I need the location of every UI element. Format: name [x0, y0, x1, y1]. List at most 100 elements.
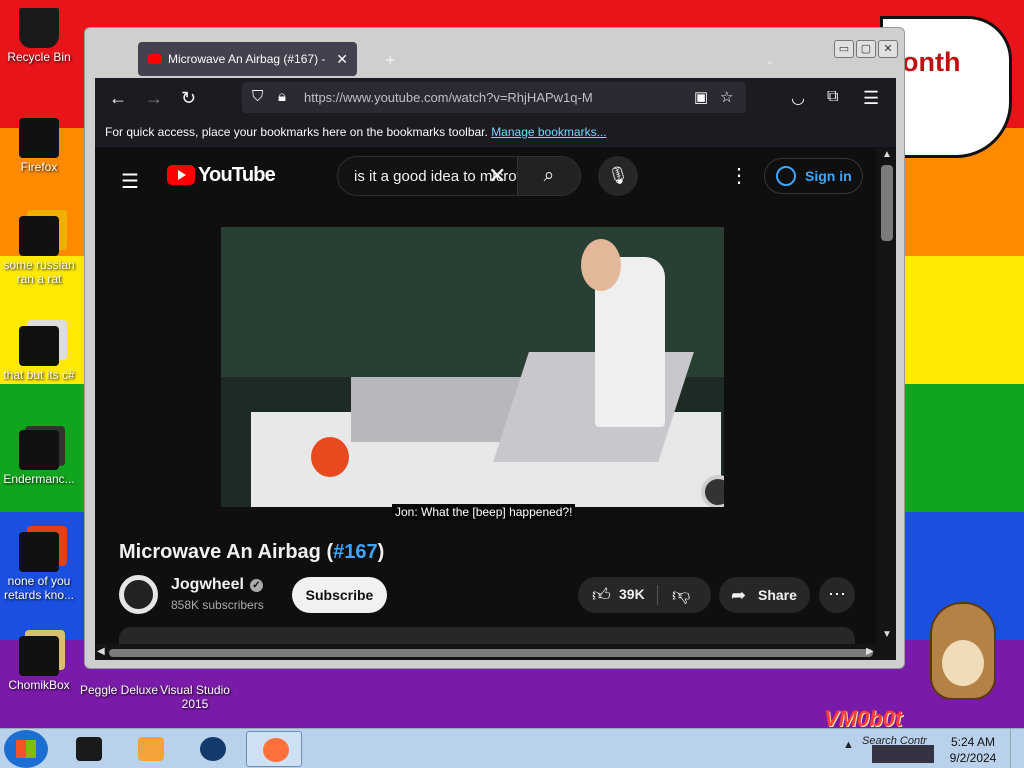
- share-button[interactable]: ➦ Share: [719, 577, 810, 613]
- hamster-mascot-image: [930, 602, 996, 700]
- url-text[interactable]: https://www.youtube.com/watch?v=RhjHAPw1…: [304, 90, 593, 105]
- subscribe-button[interactable]: Subscribe: [292, 577, 387, 613]
- browser-window: Microwave An Airbag (#167) - ✕ + ⌄ ▭ ▢ ✕…: [84, 27, 905, 669]
- search-input[interactable]: is it a good idea to microwave ✕: [337, 156, 520, 196]
- media-player-icon: [138, 737, 164, 761]
- like-dislike-group: 👍︎ 39K 👎︎: [578, 577, 711, 613]
- start-button[interactable]: [4, 730, 48, 768]
- lock-icon[interactable]: 🔒︎: [278, 88, 286, 105]
- program-icon: [19, 216, 59, 256]
- channel-watermark-icon[interactable]: [701, 475, 724, 507]
- sign-in-label: Sign in: [805, 168, 852, 184]
- show-hidden-icons-button[interactable]: ▲: [843, 739, 854, 751]
- share-icon: ➦: [731, 585, 747, 605]
- search-icon: ⌕: [543, 165, 555, 186]
- scroll-left-arrow-icon[interactable]: ◀: [97, 646, 105, 657]
- forward-button[interactable]: →: [145, 88, 163, 109]
- tab-youtube[interactable]: Microwave An Airbag (#167) - ✕: [138, 42, 357, 76]
- tab-strip: Microwave An Airbag (#167) - ✕ + ⌄ ▭ ▢ ✕: [95, 32, 898, 78]
- taskbar-item-firefox[interactable]: [246, 731, 302, 767]
- hamburger-menu-icon[interactable]: ☰: [121, 169, 139, 194]
- youtube-logo[interactable]: YouTube: [167, 164, 276, 189]
- desktop-icon-firefox[interactable]: Firefox: [0, 118, 82, 174]
- vertical-scroll-thumb[interactable]: [881, 165, 893, 241]
- like-count[interactable]: 39K: [619, 586, 645, 602]
- like-divider: [657, 585, 658, 605]
- extensions-icon[interactable]: ⧉: [827, 88, 838, 106]
- close-window-button[interactable]: ✕: [878, 40, 898, 58]
- terminal-icon: [76, 737, 102, 761]
- desktop-icon-endermanch[interactable]: Endermanc...: [0, 430, 82, 486]
- more-actions-button[interactable]: ⋯: [819, 577, 855, 613]
- taskbar-item-media-player[interactable]: [122, 731, 178, 767]
- navigation-toolbar: ← → ↻ ⛉ 🔒︎ https://www.youtube.com/watch…: [95, 78, 896, 118]
- menu-icon[interactable]: ☰: [863, 88, 879, 109]
- firefox-icon: [19, 118, 59, 158]
- video-player[interactable]: [221, 227, 724, 507]
- bookmarks-toolbar: For quick access, place your bookmarks h…: [95, 118, 896, 147]
- clear-search-icon[interactable]: ✕: [488, 163, 506, 189]
- scroll-up-arrow-icon[interactable]: ▲: [882, 149, 892, 160]
- taskbar-item-terminal[interactable]: [60, 731, 116, 767]
- subscriber-count: 858K subscribers: [171, 598, 264, 612]
- pocket-icon[interactable]: ◡: [791, 88, 805, 108]
- address-bar[interactable]: ⛉ 🔒︎ https://www.youtube.com/watch?v=Rhj…: [242, 82, 746, 113]
- reader-view-icon[interactable]: ▣: [694, 88, 708, 106]
- taskbar-item-globe[interactable]: [184, 731, 240, 767]
- desktop-icon-csharp[interactable]: that but its c#: [0, 326, 82, 382]
- desktop-icon-russian-rat[interactable]: some russian ran a rat: [0, 216, 82, 286]
- banner-text: onth: [902, 47, 961, 77]
- youtube-play-icon: [167, 165, 195, 185]
- thumbs-up-icon[interactable]: 👍︎: [592, 584, 611, 606]
- thumbs-down-icon[interactable]: 👎︎: [672, 584, 690, 606]
- scroll-right-arrow-icon[interactable]: ▶: [866, 646, 874, 657]
- voice-search-button[interactable]: 🎙︎: [598, 156, 638, 196]
- globe-icon: [200, 737, 226, 761]
- youtube-wordmark: YouTube: [198, 164, 276, 186]
- channel-name[interactable]: Jogwheel: [171, 576, 244, 593]
- new-tab-button[interactable]: +: [385, 50, 396, 71]
- tab-title: Microwave An Airbag (#167) -: [168, 52, 326, 66]
- channel-avatar[interactable]: [119, 575, 158, 614]
- show-desktop-button[interactable]: [1010, 729, 1024, 768]
- network-icon[interactable]: [872, 745, 934, 763]
- video-caption: Jon: What the [beep] happened?!: [392, 504, 576, 520]
- sign-in-button[interactable]: Sign in: [764, 158, 863, 194]
- program-icon: [19, 532, 59, 572]
- horizontal-scroll-thumb[interactable]: [109, 649, 873, 657]
- video-frame-fire: [311, 437, 349, 477]
- hashtag-link[interactable]: #167: [333, 541, 378, 563]
- clock-time[interactable]: 5:24 AM: [950, 735, 996, 749]
- youtube-favicon-icon: [148, 54, 162, 64]
- account-icon: [776, 166, 796, 186]
- folder-icon: [19, 326, 59, 366]
- desktop-icon-chomikbox[interactable]: ChomikBox: [0, 636, 82, 692]
- desktop-icon-visual-studio[interactable]: Visual Studio 2015: [152, 683, 238, 711]
- search-button[interactable]: ⌕: [517, 156, 581, 196]
- shield-icon[interactable]: ⛉: [252, 88, 263, 105]
- desktop-icon-recycle-bin[interactable]: Recycle Bin: [0, 8, 82, 64]
- reload-button[interactable]: ↻: [181, 88, 196, 109]
- chomikbox-icon: [19, 636, 59, 676]
- list-all-tabs-button[interactable]: ⌄: [765, 54, 774, 67]
- back-button[interactable]: ←: [109, 88, 127, 109]
- desktop-icon-none-of-you[interactable]: none of you retards kno...: [0, 532, 82, 602]
- recycle-bin-icon: [19, 8, 59, 48]
- bookmarks-hint: For quick access, place your bookmarks h…: [105, 125, 492, 139]
- scroll-down-arrow-icon[interactable]: ▼: [882, 629, 892, 640]
- settings-kebab-icon[interactable]: ⋮: [729, 163, 749, 188]
- desktop-icon-peggle[interactable]: Peggle Deluxe: [76, 683, 162, 697]
- share-label: Share: [758, 587, 797, 603]
- firefox-icon: [263, 738, 289, 762]
- microphone-icon: 🎙︎: [607, 166, 629, 185]
- minimize-button[interactable]: ▭: [834, 40, 854, 58]
- clock-date[interactable]: 9/2/2024: [945, 751, 1001, 765]
- window-icon: [19, 430, 59, 470]
- maximize-button[interactable]: ▢: [856, 40, 876, 58]
- verified-badge-icon: ✓: [249, 579, 263, 592]
- manage-bookmarks-link[interactable]: Manage bookmarks...: [491, 125, 606, 139]
- tab-close-icon[interactable]: ✕: [336, 42, 348, 76]
- bookmark-star-icon[interactable]: ☆: [720, 88, 733, 106]
- youtube-page: ☰ YouTube is it a good idea to microwave…: [95, 147, 896, 660]
- video-frame-head: [581, 239, 621, 291]
